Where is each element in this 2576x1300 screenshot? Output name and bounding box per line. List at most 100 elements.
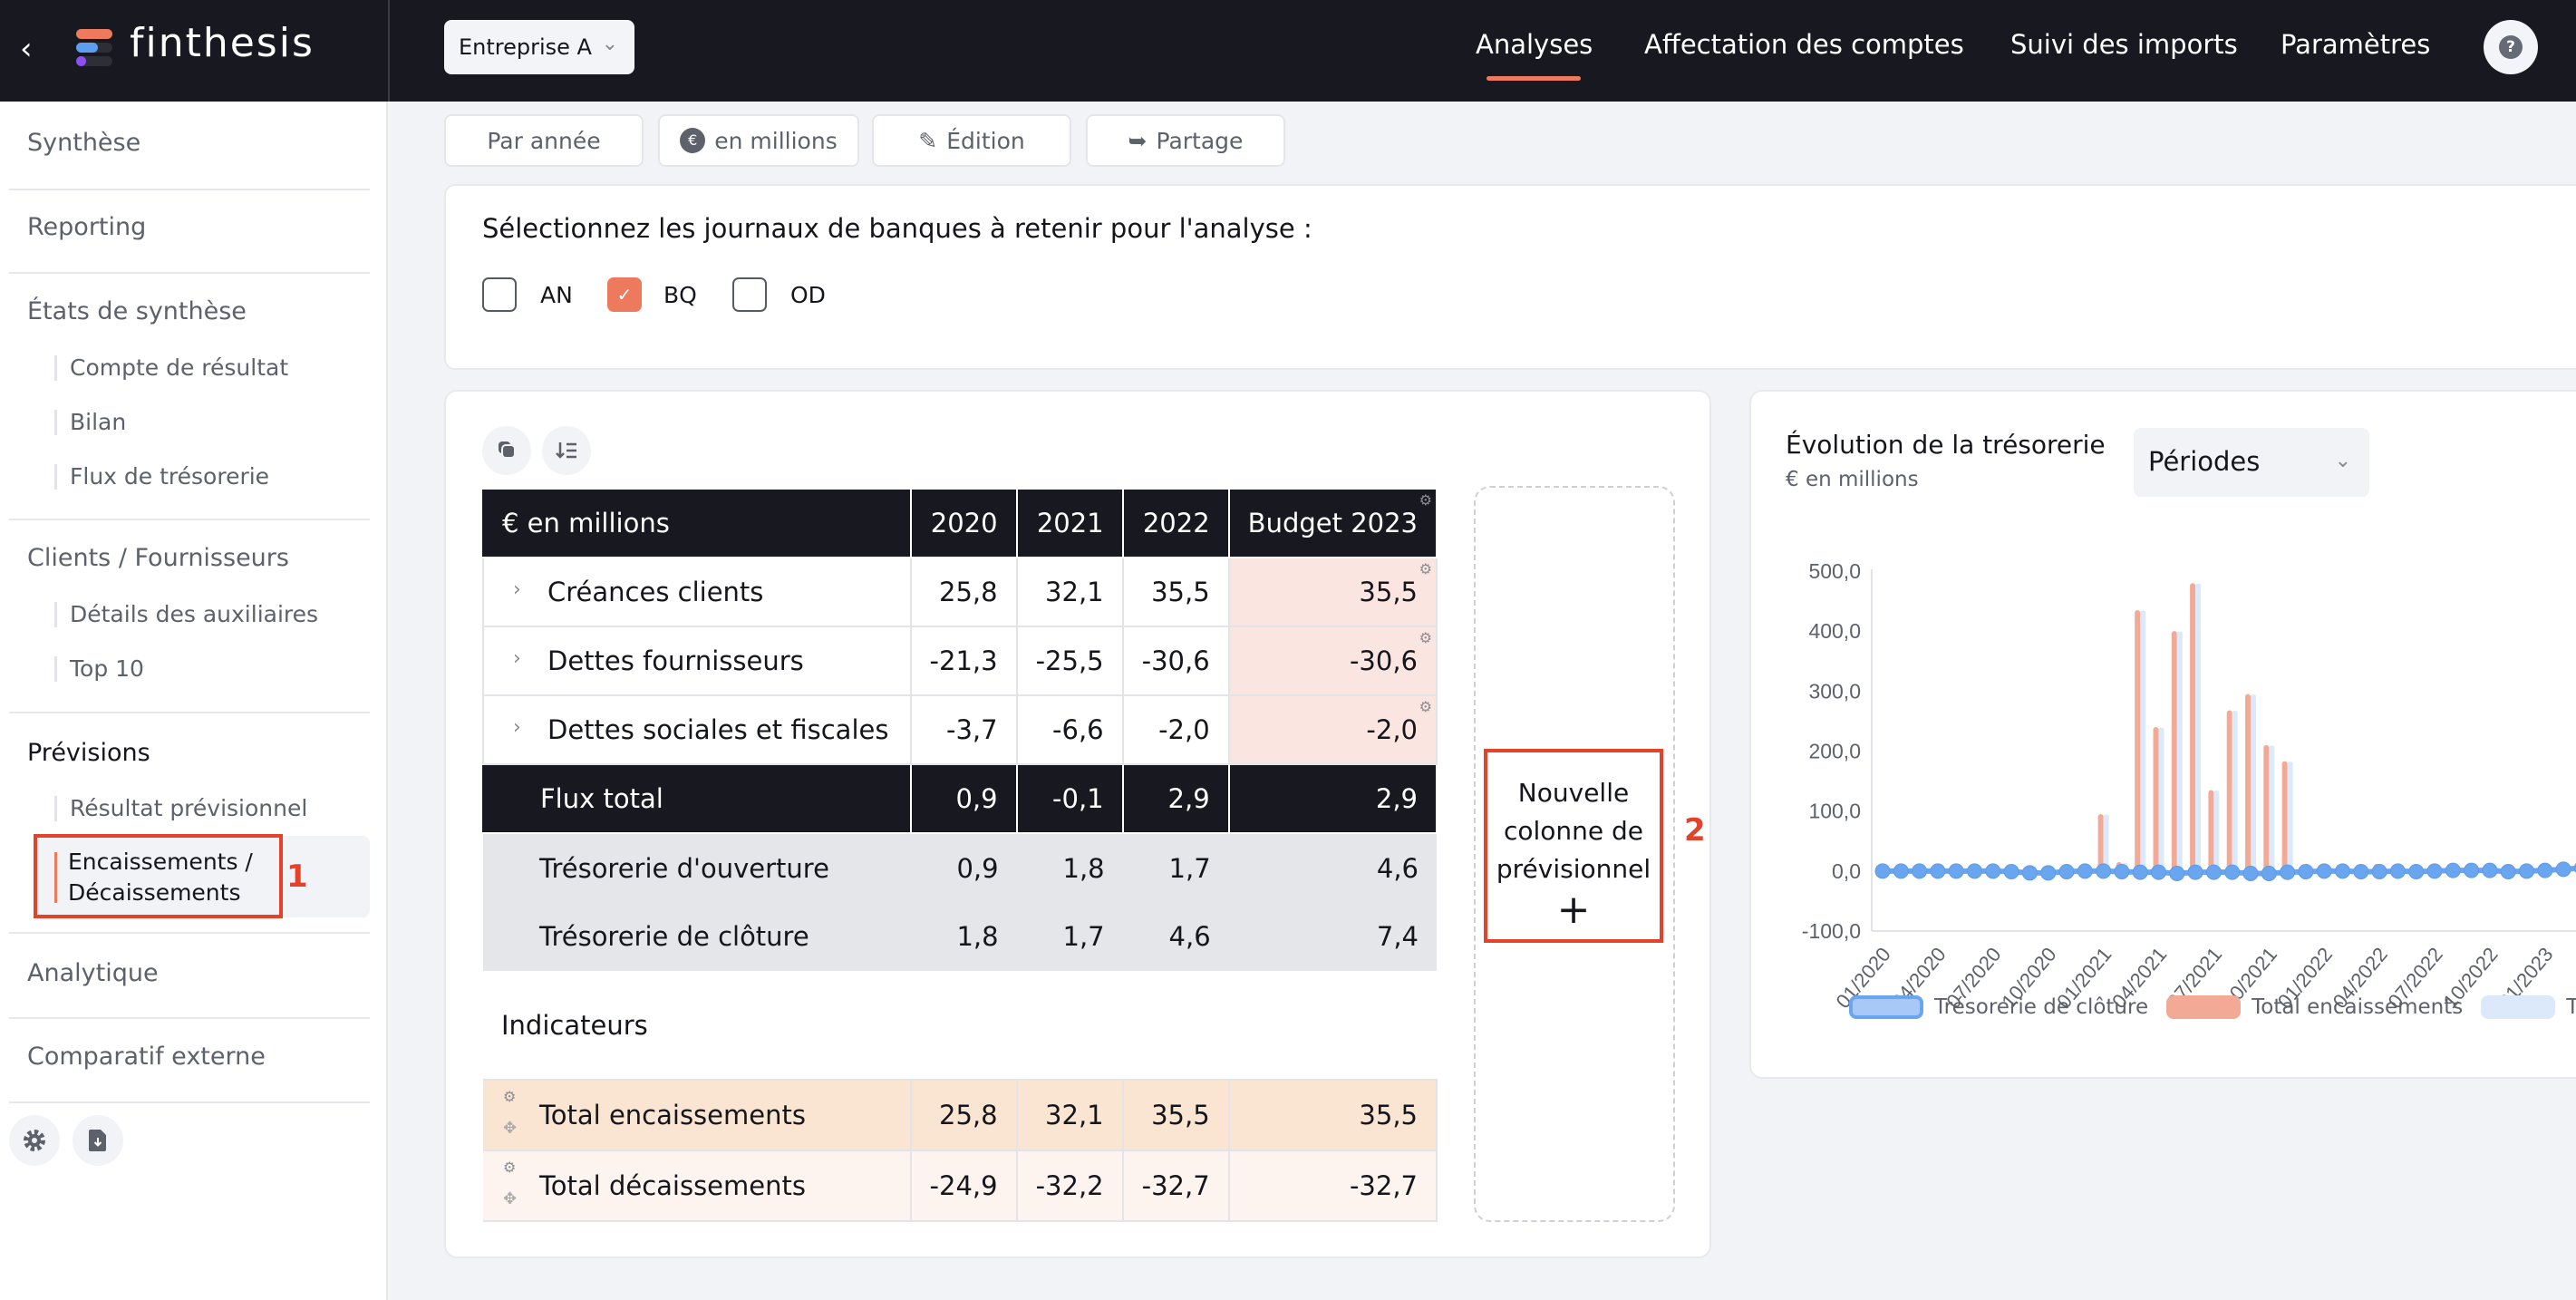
table-row[interactable]: › Créances clients 25,8 32,1 35,5 35,5 ⚙ [482,557,1438,627]
point-tresorerie-cloture [2389,863,2406,879]
edit-button[interactable]: ✎ Édition [872,114,1071,167]
button-label: Par année [487,127,601,154]
header-budget-2023[interactable]: Budget 2023 ⚙ [1227,488,1438,558]
y-tick-label: 300,0 [1808,679,1861,703]
point-tresorerie-cloture [2058,863,2075,879]
sidebar-divider [9,932,370,934]
sidebar-divider [9,1101,370,1103]
point-tresorerie-cloture [2187,864,2203,880]
row-label: Trésorerie de clôture [483,902,911,971]
back-button[interactable]: ‹ [20,31,47,67]
sidebar-item-top-10[interactable]: Top 10 [54,656,144,682]
button-label-line: colonne de [1503,816,1644,846]
total-decaissements-row[interactable]: ⚙ ✥ Total décaissements -24,9 -32,2 -32,7 … [483,1150,1438,1222]
sidebar-item-analytique[interactable]: Analytique [27,959,159,987]
sidebar-item-compte-de-resultat[interactable]: Compte de résultat [54,355,288,381]
legend-label: Tota [2566,995,2576,1019]
chevron-right-icon[interactable]: › [513,578,521,601]
checkbox-bq[interactable]: ✓ [607,277,642,312]
move-handle-icon[interactable]: ✥ [503,1189,517,1208]
legend-swatch [1849,995,1923,1019]
cell-value: -32,7 [1121,1150,1230,1222]
help-button[interactable]: ? [2484,20,2538,74]
sidebar-item-comparatif-externe[interactable]: Comparatif externe [27,1043,266,1071]
cell-value: 25,8 [909,1079,1018,1151]
cell-value: 2,9 [1227,763,1438,834]
gear-icon[interactable]: ⚙ [1419,698,1432,715]
gear-icon[interactable]: ⚙ [503,1088,516,1105]
y-tick-label: -100,0 [1802,919,1861,943]
point-tresorerie-cloture [1948,863,1964,879]
legend-item-total-encaissements[interactable]: Total encaissements [2166,995,2463,1019]
cell-value: 7,4 [1228,902,1437,971]
sidebar-item-resultat-previsionnel[interactable]: Résultat prévisionnel [54,796,307,821]
budget-cell[interactable]: -2,0 ⚙ [1227,694,1438,765]
header-2022[interactable]: 2022 [1121,488,1230,558]
gear-icon[interactable]: ⚙ [1419,491,1432,509]
total-encaissements-row[interactable]: ⚙ ✥ Total encaissements 25,8 32,1 35,5 35,… [483,1079,1438,1151]
y-tick-label: 0,0 [1832,859,1861,883]
cell-value: 2,9 [1121,763,1230,834]
nav-affectation-des-comptes[interactable]: Affectation des comptes [1644,29,1964,60]
point-tresorerie-cloture [2003,863,2019,879]
budget-cell[interactable]: -30,6 ⚙ [1227,626,1438,696]
point-tresorerie-cloture [2114,863,2130,879]
sidebar-divider [9,272,370,274]
nav-analyses[interactable]: Analyses [1476,29,1593,60]
cell-value: 1,8 [910,902,1017,971]
unit-millions-button[interactable]: € en millions [658,114,859,167]
sidebar-item-clients-fournisseurs[interactable]: Clients / Fournisseurs [27,544,289,572]
gear-icon[interactable]: ⚙ [1419,560,1432,577]
bar-total-encaissements [2135,610,2141,871]
nav-suivi-des-imports[interactable]: Suivi des imports [2010,29,2238,60]
share-button[interactable]: ➥ Partage [1086,114,1285,167]
table-row[interactable]: › Dettes fournisseurs -21,3 -25,5 -30,6 -… [482,626,1438,696]
point-tresorerie-cloture [2151,864,2166,880]
sidebar-item-previsions[interactable]: Prévisions [27,739,150,767]
y-tick-label: 200,0 [1808,740,1861,763]
sort-button[interactable] [542,426,591,475]
sidebar-item-synthese[interactable]: Synthèse [27,129,140,157]
point-tresorerie-cloture [2464,862,2480,878]
table-row[interactable]: › Dettes sociales et fiscales -3,7 -6,6 -… [482,694,1438,765]
gear-icon[interactable]: ⚙ [503,1159,516,1176]
bar-total-encaissements [2153,727,2159,871]
cell-value: -3,7 [909,694,1018,765]
brand-name: finthesis [130,20,315,66]
sidebar-item-flux-de-tresorerie[interactable]: Flux de trésorerie [54,464,269,490]
legend-item-total-decaissements[interactable]: Tota [2481,995,2576,1019]
chevron-right-icon[interactable]: › [513,716,521,739]
period-select[interactable]: Périodes ⌄ [2134,428,2369,497]
sidebar-item-reporting[interactable]: Reporting [27,213,146,241]
company-select[interactable]: Entreprise A ⌄ [444,20,634,74]
budget-cell[interactable]: 35,5 ⚙ [1227,557,1438,627]
bar-total-encaissements [2171,631,2177,871]
checkbox-an[interactable] [482,277,517,312]
share-arrow-icon: ➥ [1128,127,1148,154]
header-2020[interactable]: 2020 [909,488,1018,558]
nav-parametres[interactable]: Paramètres [2281,29,2430,60]
checkbox-label-od: OD [790,282,826,308]
gear-icon[interactable]: ⚙ [1419,629,1432,646]
period-by-year-button[interactable]: Par année [444,114,644,167]
export-file-button[interactable] [73,1115,123,1166]
chevron-right-icon[interactable]: › [513,647,521,670]
legend-item-tresorerie-cloture[interactable]: Trésorerie de clôture [1849,995,2148,1019]
sidebar-item-bilan[interactable]: Bilan [54,410,126,435]
legend-label: Trésorerie de clôture [1934,995,2149,1019]
header-2021[interactable]: 2021 [1015,488,1124,558]
cell-value: 4,6 [1228,833,1437,902]
point-tresorerie-cloture [2169,865,2185,881]
copy-button[interactable] [482,426,531,475]
sidebar-item-details-auxiliaires[interactable]: Détails des auxiliaires [54,602,318,627]
checkbox-od[interactable] [732,277,767,312]
settings-button[interactable] [9,1115,60,1166]
plus-icon: + [1556,887,1591,933]
move-handle-icon[interactable]: ✥ [503,1119,517,1138]
sidebar-item-etats-de-synthese[interactable]: États de synthèse [27,297,247,325]
point-tresorerie-cloture [1930,863,1946,879]
pencil-icon: ✎ [918,127,938,154]
cell-value: -32,7 [1227,1150,1438,1222]
cell-value: 0,9 [909,763,1018,834]
add-forecast-column-button[interactable]: Nouvelle colonne de prévisionnel + [1484,749,1663,943]
